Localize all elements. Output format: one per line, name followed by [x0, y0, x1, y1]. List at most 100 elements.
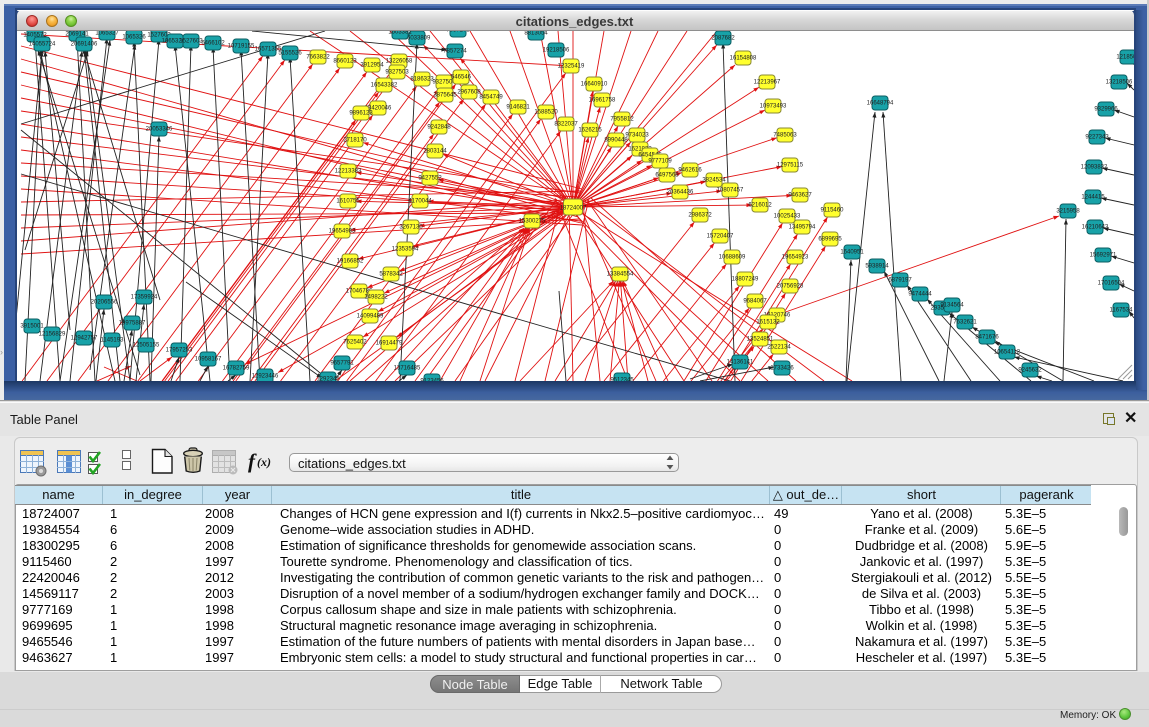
svg-text:9463627: 9463627: [788, 193, 812, 199]
svg-text:9474444: 9474444: [908, 292, 932, 298]
svg-text:9329966: 9329966: [1094, 107, 1118, 113]
svg-text:7663822: 7663822: [306, 55, 330, 61]
svg-text:6899695: 6899695: [818, 237, 842, 243]
svg-text:19166852: 19166852: [337, 259, 364, 265]
svg-text:546546: 546546: [451, 75, 472, 81]
svg-text:16648794: 16648794: [867, 101, 894, 107]
svg-text:12156829: 12156829: [39, 332, 66, 338]
svg-text:8322037: 8322037: [554, 122, 578, 128]
svg-text:9427552: 9427552: [418, 176, 442, 182]
svg-text:8660123: 8660123: [333, 59, 357, 65]
svg-text:1603381: 1603381: [388, 31, 412, 36]
svg-text:17016504: 17016504: [1098, 281, 1125, 287]
svg-text:10688609: 10688609: [719, 255, 746, 261]
svg-text:7625402: 7625402: [343, 340, 367, 346]
svg-text:3912954: 3912954: [360, 63, 384, 69]
svg-text:6466102: 6466102: [201, 41, 225, 47]
svg-text:15692971: 15692971: [1090, 253, 1117, 259]
svg-text:f: f: [248, 449, 257, 473]
svg-text:12093832: 12093832: [1081, 165, 1108, 171]
svg-text:7632621: 7632621: [953, 320, 977, 326]
svg-text:1167534: 1167534: [1110, 308, 1134, 314]
svg-text:17957253: 17957253: [166, 348, 193, 354]
svg-text:6216012: 6216012: [748, 203, 772, 209]
svg-text:(x): (x): [257, 455, 271, 469]
svg-text:2087682: 2087682: [711, 36, 735, 42]
svg-text:13218506: 13218506: [1106, 80, 1133, 86]
svg-text:16640910: 16640910: [581, 82, 608, 88]
svg-text:13524851: 13524851: [747, 337, 774, 343]
svg-text:3824534: 3824534: [702, 178, 726, 184]
svg-text:16543382: 16543382: [371, 83, 398, 89]
svg-text:1292345: 1292345: [316, 377, 340, 382]
svg-text:1610755: 1610755: [336, 199, 360, 205]
svg-text:13495794: 13495794: [789, 225, 816, 231]
svg-text:14136141: 14136141: [727, 360, 754, 366]
svg-text:15720407: 15720407: [707, 234, 734, 240]
svg-text:12923446: 12923446: [252, 374, 279, 380]
svg-text:14055724: 14055724: [29, 42, 56, 48]
svg-text:9777109: 9777109: [648, 159, 672, 165]
svg-text:1498222: 1498222: [364, 295, 388, 301]
svg-text:1145193: 1145193: [101, 338, 125, 344]
svg-text:12353594: 12353594: [392, 247, 419, 253]
svg-text:15300275: 15300275: [519, 219, 546, 225]
svg-text:2718170: 2718170: [343, 138, 367, 144]
svg-text:9146821: 9146821: [506, 105, 530, 111]
svg-text:7857273: 7857273: [446, 31, 470, 34]
svg-text:9512345: 9512345: [610, 378, 634, 382]
svg-text:12213383: 12213383: [335, 169, 362, 175]
svg-text:1588520: 1588520: [534, 110, 558, 116]
svg-text:9123456: 9123456: [420, 379, 444, 382]
svg-text:12975115: 12975115: [777, 163, 804, 169]
svg-text:9734023: 9734023: [625, 133, 649, 139]
svg-text:1527603: 1527603: [179, 39, 203, 45]
svg-text:12325419: 12325419: [558, 64, 585, 70]
svg-text:16210643: 16210643: [1082, 225, 1109, 231]
svg-text:1065326: 1065326: [122, 35, 146, 41]
svg-text:3915001: 3915001: [20, 324, 44, 330]
svg-text:4170044: 4170044: [408, 199, 432, 205]
svg-text:9134564: 9134564: [940, 303, 964, 309]
svg-text:2967608: 2967608: [457, 90, 481, 96]
svg-text:5155526: 5155526: [278, 51, 302, 57]
svg-text:13716485: 13716485: [394, 366, 421, 372]
svg-text:6497568: 6497568: [655, 173, 679, 179]
svg-text:10719155: 10719155: [228, 44, 255, 50]
svg-text:8471676: 8471676: [975, 335, 999, 341]
svg-text:8454749: 8454749: [479, 95, 503, 101]
svg-text:9684067: 9684067: [743, 299, 767, 305]
svg-text:10025433: 10025433: [774, 214, 801, 220]
svg-text:10654112: 10654112: [994, 350, 1021, 356]
svg-text:7485063: 7485063: [773, 133, 797, 139]
svg-text:20691406: 20691406: [71, 42, 98, 48]
svg-text:2803144: 2803144: [423, 149, 447, 155]
svg-text:3267130: 3267130: [399, 225, 423, 231]
svg-text:6879197: 6879197: [888, 278, 912, 284]
svg-text:9242848: 9242848: [427, 125, 451, 131]
svg-text:13226058: 13226058: [386, 59, 413, 65]
svg-text:3215958: 3215958: [1056, 209, 1080, 215]
svg-text:17359924: 17359924: [131, 295, 158, 301]
svg-text:8186323: 8186323: [410, 77, 434, 83]
svg-text:19654923: 19654923: [782, 255, 809, 261]
svg-text:20206556: 20206556: [91, 300, 118, 306]
svg-text:19218506: 19218506: [543, 48, 570, 54]
svg-text:9327503: 9327503: [385, 70, 409, 76]
svg-text:12505155: 12505155: [133, 343, 160, 349]
svg-text:16154808: 16154808: [730, 56, 757, 62]
svg-text:1065327: 1065327: [95, 31, 119, 37]
svg-text:18724007: 18724007: [560, 206, 587, 212]
svg-text:1733426: 1733426: [770, 366, 794, 372]
svg-text:14099489: 14099489: [357, 314, 384, 320]
svg-text:10807457: 10807457: [717, 188, 744, 194]
svg-text:12213967: 12213967: [754, 80, 781, 86]
svg-text:5878342: 5878342: [379, 272, 403, 278]
svg-text:8813054: 8813054: [524, 31, 548, 37]
svg-text:3875645: 3875645: [433, 93, 457, 99]
svg-text:10973493: 10973493: [760, 104, 787, 110]
svg-text:16782759: 16782759: [223, 366, 250, 372]
svg-text:7857274: 7857274: [443, 49, 467, 55]
svg-text:2986372: 2986372: [688, 213, 712, 219]
svg-text:20756928: 20756928: [777, 284, 804, 290]
